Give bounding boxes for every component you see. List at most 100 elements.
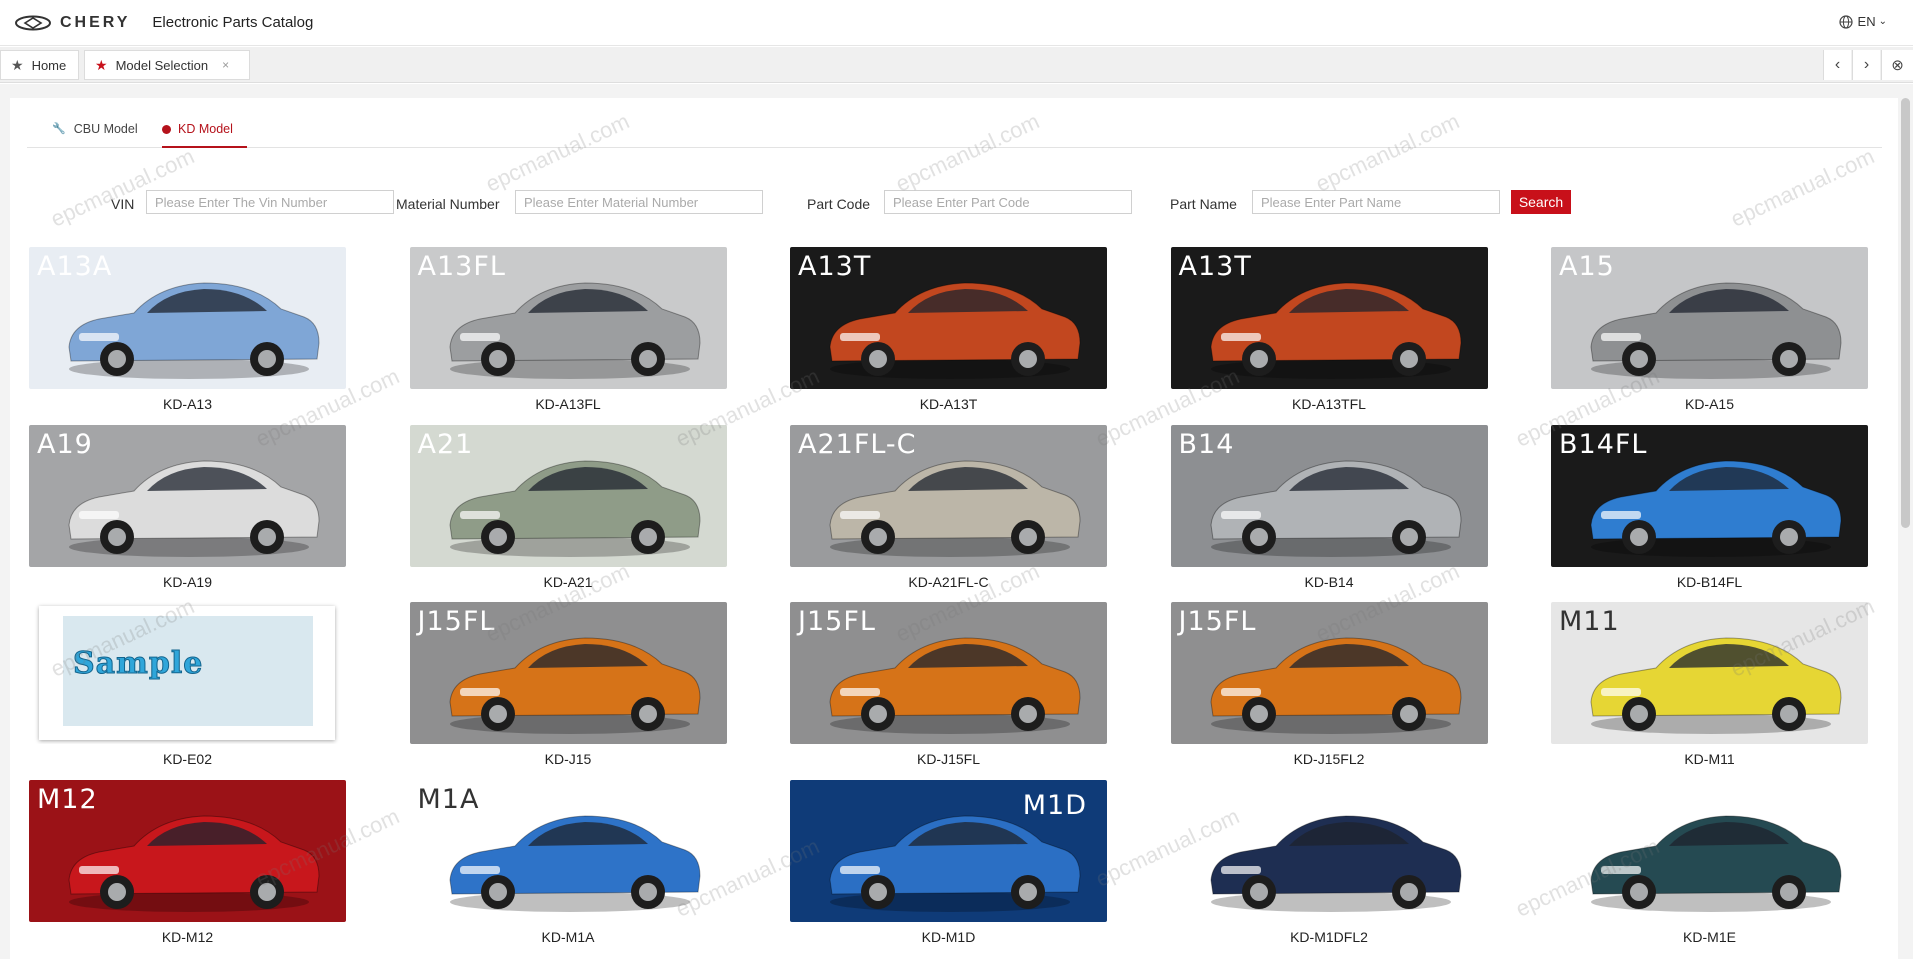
model-code-badge: J15FL — [798, 606, 876, 637]
model-thumbnail[interactable]: A21FL-C — [790, 424, 1107, 567]
model-name[interactable]: KD-A13TFL — [1171, 396, 1488, 412]
model-thumbnail[interactable]: A21 — [409, 424, 727, 567]
model-name[interactable]: KD-J15 — [410, 751, 727, 767]
model-name[interactable]: KD-J15FL2 — [1171, 751, 1488, 767]
model-card[interactable]: J15FL KD-J15FL — [790, 602, 1107, 780]
model-name[interactable]: KD-A21 — [410, 574, 727, 590]
model-name[interactable]: KD-A19 — [29, 574, 346, 590]
model-type-tabs: 🔧 CBU Model KD Model — [27, 98, 1882, 148]
model-name[interactable]: KD-M12 — [29, 929, 346, 945]
model-name[interactable]: KD-B14 — [1171, 574, 1488, 590]
search-button[interactable]: Search — [1511, 190, 1571, 214]
model-thumbnail[interactable]: A15 — [1551, 247, 1868, 389]
model-thumbnail[interactable] — [1551, 779, 1868, 922]
model-name[interactable]: KD-M1D — [790, 929, 1107, 945]
language-selector[interactable]: EN ⌄ — [1838, 14, 1887, 29]
model-card[interactable]: A19 KD-A19 — [29, 424, 346, 603]
model-name[interactable]: KD-M11 — [1551, 751, 1868, 767]
tab-label: Home — [31, 57, 67, 73]
main-panel: 🔧 CBU Model KD Model VIN Material Number… — [10, 98, 1898, 959]
model-name[interactable]: KD-M1E — [1551, 929, 1868, 945]
model-name[interactable]: KD-M1A — [410, 929, 727, 945]
model-card[interactable]: M1D KD-M1D — [790, 779, 1107, 958]
tabs-prev-button[interactable]: ‹ — [1823, 50, 1851, 80]
model-code-badge: M12 — [37, 783, 98, 815]
model-card[interactable]: A13A KD-A13 — [29, 247, 346, 425]
model-thumbnail[interactable]: A19 — [29, 424, 346, 567]
model-card[interactable]: KD-M1E — [1551, 779, 1868, 958]
part-name-label: Part Name — [1170, 196, 1237, 212]
material-number-input[interactable] — [515, 190, 763, 214]
model-name[interactable]: KD-J15FL — [790, 751, 1107, 767]
model-name[interactable]: KD-B14FL — [1551, 574, 1868, 590]
model-name[interactable]: KD-A13 — [29, 396, 346, 412]
app-header: CHERY Electronic Parts Catalog EN ⌄ — [0, 0, 1913, 46]
model-card[interactable]: KD-M1DFL2 — [1170, 779, 1488, 958]
model-thumbnail[interactable] — [1170, 779, 1488, 922]
brand-logo[interactable]: CHERY — [14, 14, 130, 32]
model-thumbnail[interactable]: J15FL — [409, 602, 727, 744]
model-card[interactable]: Sample KD-E02 — [29, 602, 346, 780]
model-thumbnail[interactable]: M1A — [409, 779, 727, 922]
model-name[interactable]: KD-A13FL — [410, 396, 727, 412]
model-code-badge: A15 — [1559, 251, 1615, 282]
model-card[interactable]: A15 KD-A15 — [1551, 247, 1868, 425]
model-thumbnail[interactable]: A13FL — [409, 247, 727, 389]
part-code-label: Part Code — [807, 196, 871, 212]
brand-name: CHERY — [60, 13, 131, 31]
model-thumbnail[interactable]: A13A — [29, 247, 346, 389]
model-thumbnail[interactable]: Sample — [29, 602, 346, 744]
model-thumbnail[interactable]: M12 — [29, 779, 346, 922]
model-thumbnail[interactable]: M1D — [790, 779, 1107, 922]
model-card[interactable]: M11 KD-M11 — [1551, 602, 1868, 780]
model-card[interactable]: B14FL KD-B14FL — [1551, 424, 1868, 603]
part-name-input[interactable] — [1252, 190, 1500, 214]
model-name[interactable]: KD-M1DFL2 — [1171, 929, 1488, 945]
model-card[interactable]: J15FL KD-J15 — [409, 602, 727, 780]
star-icon: ★ — [11, 57, 24, 73]
wrench-icon: 🔧 — [52, 123, 66, 135]
model-thumbnail[interactable]: B14 — [1170, 424, 1488, 567]
part-code-input[interactable] — [884, 190, 1132, 214]
model-name[interactable]: KD-E02 — [29, 751, 346, 767]
model-thumbnail[interactable]: J15FL — [790, 602, 1107, 744]
model-thumbnail[interactable]: A13T — [1170, 247, 1488, 389]
star-icon: ★ — [95, 57, 108, 73]
model-name[interactable]: KD-A15 — [1551, 396, 1868, 412]
model-name[interactable]: KD-A21FL-C — [790, 574, 1107, 590]
vin-input[interactable] — [146, 190, 394, 214]
close-all-tabs-button[interactable]: ⊗ — [1881, 50, 1913, 80]
model-name[interactable]: KD-A13T — [790, 396, 1107, 412]
model-card[interactable]: A21FL-C KD-A21FL-C — [790, 424, 1107, 603]
chery-logo-icon — [15, 15, 51, 30]
model-code-badge: A13FL — [417, 251, 506, 282]
vin-label: VIN — [111, 196, 135, 212]
model-card[interactable]: A13T KD-A13T — [790, 247, 1107, 425]
model-card[interactable]: B14 KD-B14 — [1170, 424, 1488, 603]
tabs-next-button[interactable]: › — [1852, 50, 1880, 80]
model-code-badge: B14FL — [1559, 428, 1648, 460]
vertical-scrollbar[interactable] — [1901, 98, 1910, 528]
app-title: Electronic Parts Catalog — [152, 14, 314, 31]
page-tab-strip: ★ Home ★ Model Selection × ‹ › ⊗ — [0, 47, 1913, 83]
close-icon[interactable]: × — [222, 58, 229, 72]
model-code-badge: A19 — [37, 428, 93, 460]
model-thumbnail[interactable]: M11 — [1551, 602, 1868, 744]
model-code-badge: J15FL — [1178, 606, 1257, 637]
tab-model-selection[interactable]: ★ Model Selection × — [84, 50, 250, 80]
model-card[interactable]: A13T KD-A13TFL — [1170, 247, 1488, 425]
tab-label: KD Model — [178, 122, 233, 136]
model-thumbnail[interactable]: B14FL — [1551, 424, 1868, 567]
tab-cbu-model[interactable]: 🔧 CBU Model — [52, 122, 138, 148]
model-card[interactable]: A21 KD-A21 — [409, 424, 727, 603]
search-form: VIN Material Number Part Code Part Name … — [10, 190, 1898, 218]
model-code-badge: M11 — [1559, 606, 1620, 637]
tab-kd-model[interactable]: KD Model — [162, 122, 247, 148]
model-thumbnail[interactable]: A13T — [790, 247, 1107, 389]
model-card[interactable]: M12 KD-M12 — [29, 779, 346, 958]
tab-home[interactable]: ★ Home — [0, 50, 79, 80]
model-card[interactable]: M1A KD-M1A — [409, 779, 727, 958]
model-card[interactable]: A13FL KD-A13FL — [409, 247, 727, 425]
model-card[interactable]: J15FL KD-J15FL2 — [1170, 602, 1488, 780]
model-thumbnail[interactable]: J15FL — [1170, 602, 1488, 744]
